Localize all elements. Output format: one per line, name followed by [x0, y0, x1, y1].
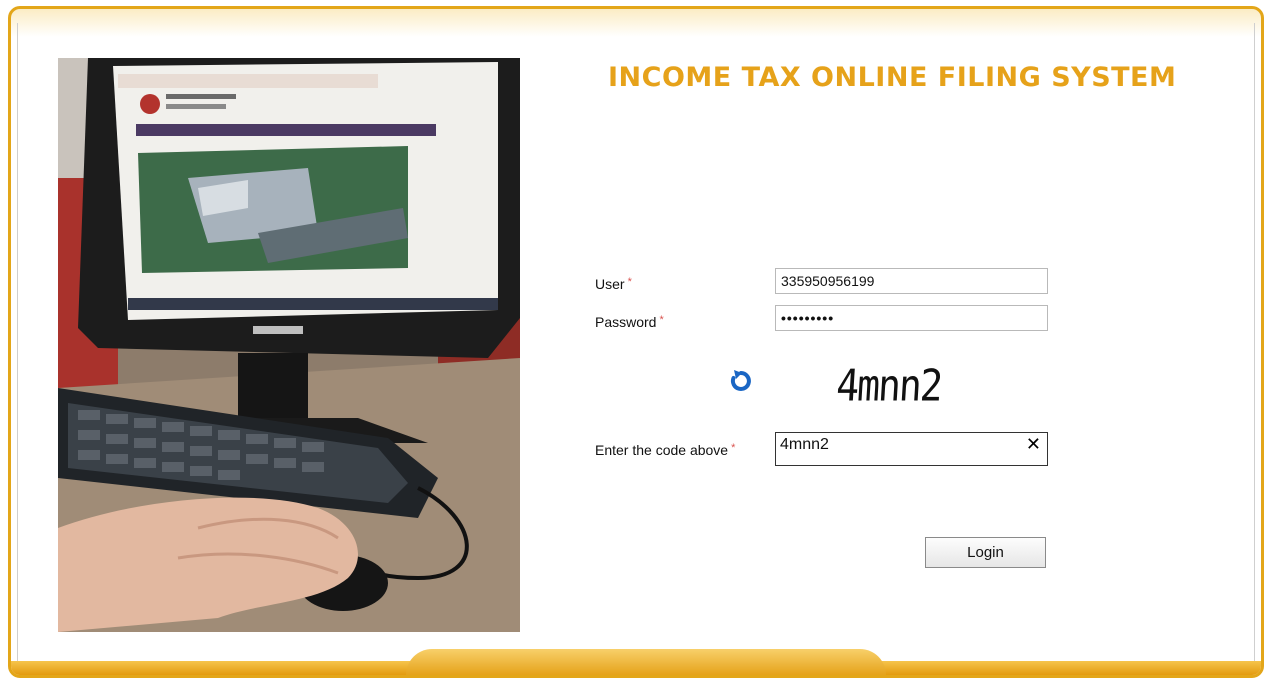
required-mark: * [731, 442, 736, 454]
bottom-decor-tab [406, 649, 886, 675]
captcha-code-input[interactable]: 4mnn2 ✕ [775, 432, 1048, 466]
password-label-text: Password [595, 314, 657, 330]
user-input-value: 335950956199 [781, 273, 875, 289]
hero-photo [58, 58, 520, 632]
captcha-image: 4mnn2 [834, 360, 943, 411]
user-label: User * [595, 276, 632, 292]
clear-icon[interactable]: ✕ [1026, 434, 1041, 455]
required-mark: * [659, 314, 664, 326]
user-label-text: User [595, 276, 625, 292]
refresh-captcha-icon[interactable] [728, 368, 754, 394]
code-label: Enter the code above * [595, 442, 735, 458]
password-input-value: ••••••••• [781, 310, 835, 326]
page-title: INCOME TAX ONLINE FILING SYSTEM [608, 62, 1177, 93]
login-button[interactable]: Login [925, 537, 1046, 568]
captcha-code-value: 4mnn2 [780, 436, 829, 453]
user-input[interactable]: 335950956199 [775, 268, 1048, 294]
required-mark: * [627, 276, 632, 288]
code-label-text: Enter the code above [595, 442, 729, 458]
password-input[interactable]: ••••••••• [775, 305, 1048, 331]
password-label: Password * [595, 314, 664, 330]
